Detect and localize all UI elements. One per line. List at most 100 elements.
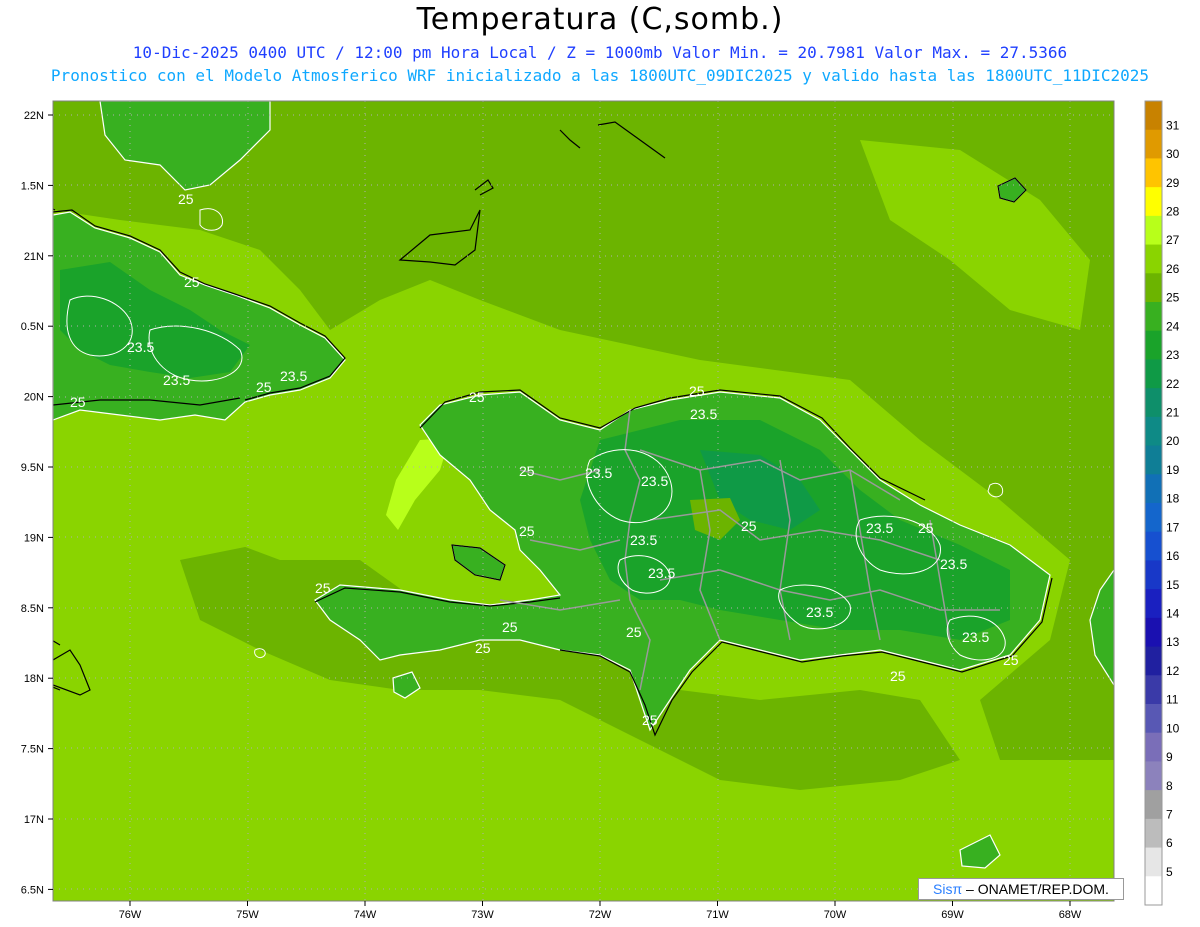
lon-label: 76W — [119, 909, 142, 921]
colorbar-label: 30 — [1166, 147, 1180, 161]
credit-box: Sisπ – ONAMET/REP.DOM. — [918, 878, 1124, 900]
lon-label: 70W — [824, 909, 847, 921]
colorbar-swatch — [1145, 187, 1162, 217]
contour-label: 23.5 — [806, 604, 833, 620]
colorbar-swatch — [1145, 273, 1162, 303]
colorbar-swatch — [1145, 215, 1162, 246]
colorbar-swatch — [1145, 675, 1162, 705]
lat-label: 9.5N — [21, 462, 44, 474]
colorbar-swatch — [1145, 330, 1162, 360]
colorbar-label: 12 — [1166, 664, 1180, 678]
contour-label: 25 — [689, 383, 705, 399]
colorbar-label: 24 — [1166, 319, 1180, 333]
colorbar-label: 31 — [1166, 118, 1180, 132]
lon-label: 72W — [589, 909, 612, 921]
colorbar-label: 17 — [1166, 520, 1180, 534]
contour-label: 23.5 — [690, 406, 717, 422]
longitude-axis: 76W 75W 74W 73W 72W 71W 70W 69W 68W — [119, 901, 1082, 921]
colorbar-swatch — [1145, 302, 1162, 332]
colorbar-swatch — [1145, 589, 1162, 619]
contour-label: 25 — [178, 191, 194, 207]
lat-label: 8.5N — [21, 603, 44, 615]
colorbar-swatch — [1145, 646, 1162, 676]
colorbar-label: 25 — [1166, 291, 1180, 305]
contour-label: 25 — [642, 712, 658, 728]
colorbar-label: 29 — [1166, 176, 1180, 190]
credit-brand: Sisπ — [933, 881, 963, 897]
lat-label: 0.5N — [21, 321, 44, 333]
colorbar-label: 11 — [1166, 693, 1179, 707]
contour-label: 25 — [519, 523, 535, 539]
contour-label: 23.5 — [866, 520, 893, 536]
temperature-map: 25 25 23.5 23.5 25 23.5 25 25 23.5 25 23… — [21, 100, 1180, 921]
contour-label: 23.5 — [585, 465, 612, 481]
colorbar-label: 18 — [1166, 492, 1180, 506]
colorbar-swatch — [1145, 876, 1162, 906]
colorbar-swatch — [1145, 244, 1162, 274]
contour-label: 25 — [626, 624, 642, 640]
colorbar-label: 28 — [1166, 205, 1180, 219]
colorbar-label: 22 — [1166, 377, 1180, 391]
contour-label: 25 — [315, 580, 331, 596]
colorbar-label: 8 — [1166, 779, 1173, 793]
colorbar-swatch — [1145, 531, 1162, 561]
colorbar-swatch — [1145, 704, 1162, 734]
colorbar-swatch — [1145, 158, 1162, 188]
colorbar-swatch — [1145, 503, 1162, 533]
lat-label: 18N — [24, 673, 44, 685]
contour-label: 23.5 — [962, 629, 989, 645]
colorbar-swatch — [1145, 416, 1162, 447]
colorbar-swatch — [1145, 474, 1162, 504]
lat-label: 7.5N — [21, 744, 44, 756]
lat-label: 20N — [24, 392, 44, 404]
colorbar-swatch — [1145, 388, 1162, 418]
contour-label: 25 — [70, 394, 86, 410]
colorbar-label: 13 — [1166, 635, 1180, 649]
contour-label: 25 — [184, 274, 200, 290]
contour-label: 25 — [475, 640, 491, 656]
colorbar-label: 5 — [1166, 865, 1173, 879]
colorbar-swatch — [1145, 560, 1162, 590]
contour-label: 25 — [519, 463, 535, 479]
contour-label: 23.5 — [127, 339, 154, 355]
lon-label: 75W — [236, 909, 259, 921]
colorbar-label: 26 — [1166, 262, 1180, 276]
colorbar-label: 16 — [1166, 549, 1180, 563]
contour-label: 23.5 — [641, 473, 668, 489]
contour-label: 23.5 — [280, 368, 307, 384]
lon-label: 71W — [706, 909, 729, 921]
colorbar-label: 14 — [1166, 607, 1180, 621]
map-plot-area: 25 25 23.5 23.5 25 23.5 25 25 23.5 25 23… — [53, 101, 1114, 901]
colorbar-swatch — [1145, 129, 1162, 159]
contour-label: 23.5 — [163, 372, 190, 388]
contour-label: 23.5 — [940, 556, 967, 572]
contour-label: 25 — [469, 389, 485, 405]
colorbar-label: 10 — [1166, 721, 1180, 735]
colorbar-label: 20 — [1166, 434, 1180, 448]
colorbar-label: 6 — [1166, 836, 1173, 850]
colorbar-label: 9 — [1166, 750, 1173, 764]
lat-label: 21N — [24, 251, 44, 263]
lon-label: 69W — [941, 909, 964, 921]
contour-label: 25 — [890, 668, 906, 684]
contour-label: 25 — [256, 379, 272, 395]
lat-label: 17N — [24, 814, 44, 826]
colorbar-label: 21 — [1166, 406, 1180, 420]
colorbar-swatch — [1145, 101, 1162, 131]
contour-label: 25 — [741, 518, 757, 534]
lat-label: 19N — [24, 532, 44, 544]
colorbar-label: 15 — [1166, 578, 1180, 592]
contour-label: 25 — [502, 619, 518, 635]
contour-label: 25 — [918, 520, 934, 536]
lon-label: 74W — [354, 909, 377, 921]
lon-label: 68W — [1059, 909, 1082, 921]
colorbar-swatch — [1145, 818, 1162, 849]
lat-label: 1.5N — [21, 180, 44, 192]
colorbar-swatch — [1145, 847, 1162, 877]
lat-label: 22N — [24, 110, 44, 122]
colorbar-label: 19 — [1166, 463, 1180, 477]
lat-label: 6.5N — [21, 884, 44, 896]
colorbar-swatch — [1145, 445, 1162, 475]
contour-label: 25 — [1003, 652, 1019, 668]
colorbar-swatch — [1145, 732, 1162, 762]
